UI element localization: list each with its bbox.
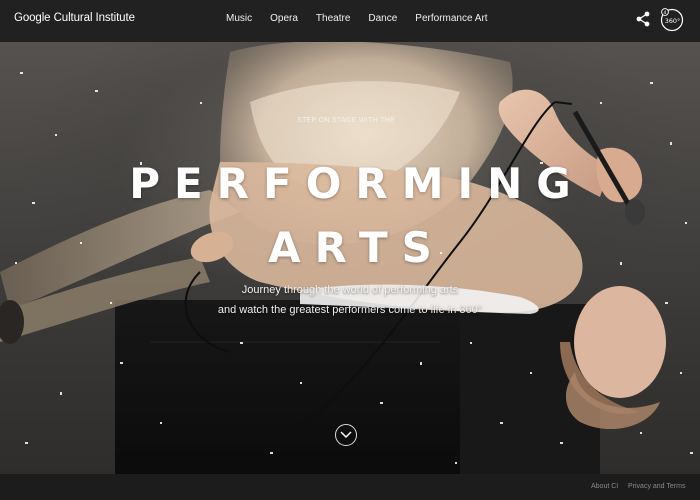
nav-item-music[interactable]: Music: [226, 13, 252, 24]
nav-item-performance-art[interactable]: Performance Art: [415, 13, 487, 24]
brand-logo[interactable]: Google Cultural Institute: [14, 12, 135, 24]
hero-subtitle: Journey through the world of performing …: [0, 280, 700, 320]
hero-section: STEP ON STAGE WITH THE PERFORMING ARTS J…: [0, 42, 700, 474]
nav-item-dance[interactable]: Dance: [368, 13, 397, 24]
svg-text:4: 4: [664, 10, 667, 16]
vr-badge-label: 360°: [665, 17, 680, 25]
hero-title-line-1: PERFORMING: [129, 159, 585, 208]
footer-about-link[interactable]: About CI: [591, 483, 618, 490]
scroll-down-button[interactable]: [335, 424, 357, 446]
main-nav: Music Opera Theatre Dance Performance Ar…: [226, 13, 506, 24]
chevron-down-icon: [340, 431, 352, 439]
hero-eyebrow: STEP ON STAGE WITH THE: [297, 117, 395, 124]
vr-360-icon[interactable]: 4 360°: [660, 8, 684, 32]
top-bar: Google Cultural Institute Music Opera Th…: [0, 0, 700, 42]
hero-subtitle-line-2: and watch the greatest performers come t…: [217, 304, 483, 316]
hero-subtitle-line-1: Journey through the world of performing …: [241, 284, 459, 296]
hero-title-line-2: ARTS: [268, 223, 446, 272]
footer-privacy-terms-link[interactable]: Privacy and Terms: [628, 483, 685, 490]
page: Google Cultural Institute Music Opera Th…: [0, 0, 700, 500]
nav-item-theatre[interactable]: Theatre: [316, 13, 350, 24]
nav-item-opera[interactable]: Opera: [270, 13, 298, 24]
footer: About CI Privacy and Terms: [0, 474, 700, 500]
share-icon[interactable]: [636, 11, 650, 27]
